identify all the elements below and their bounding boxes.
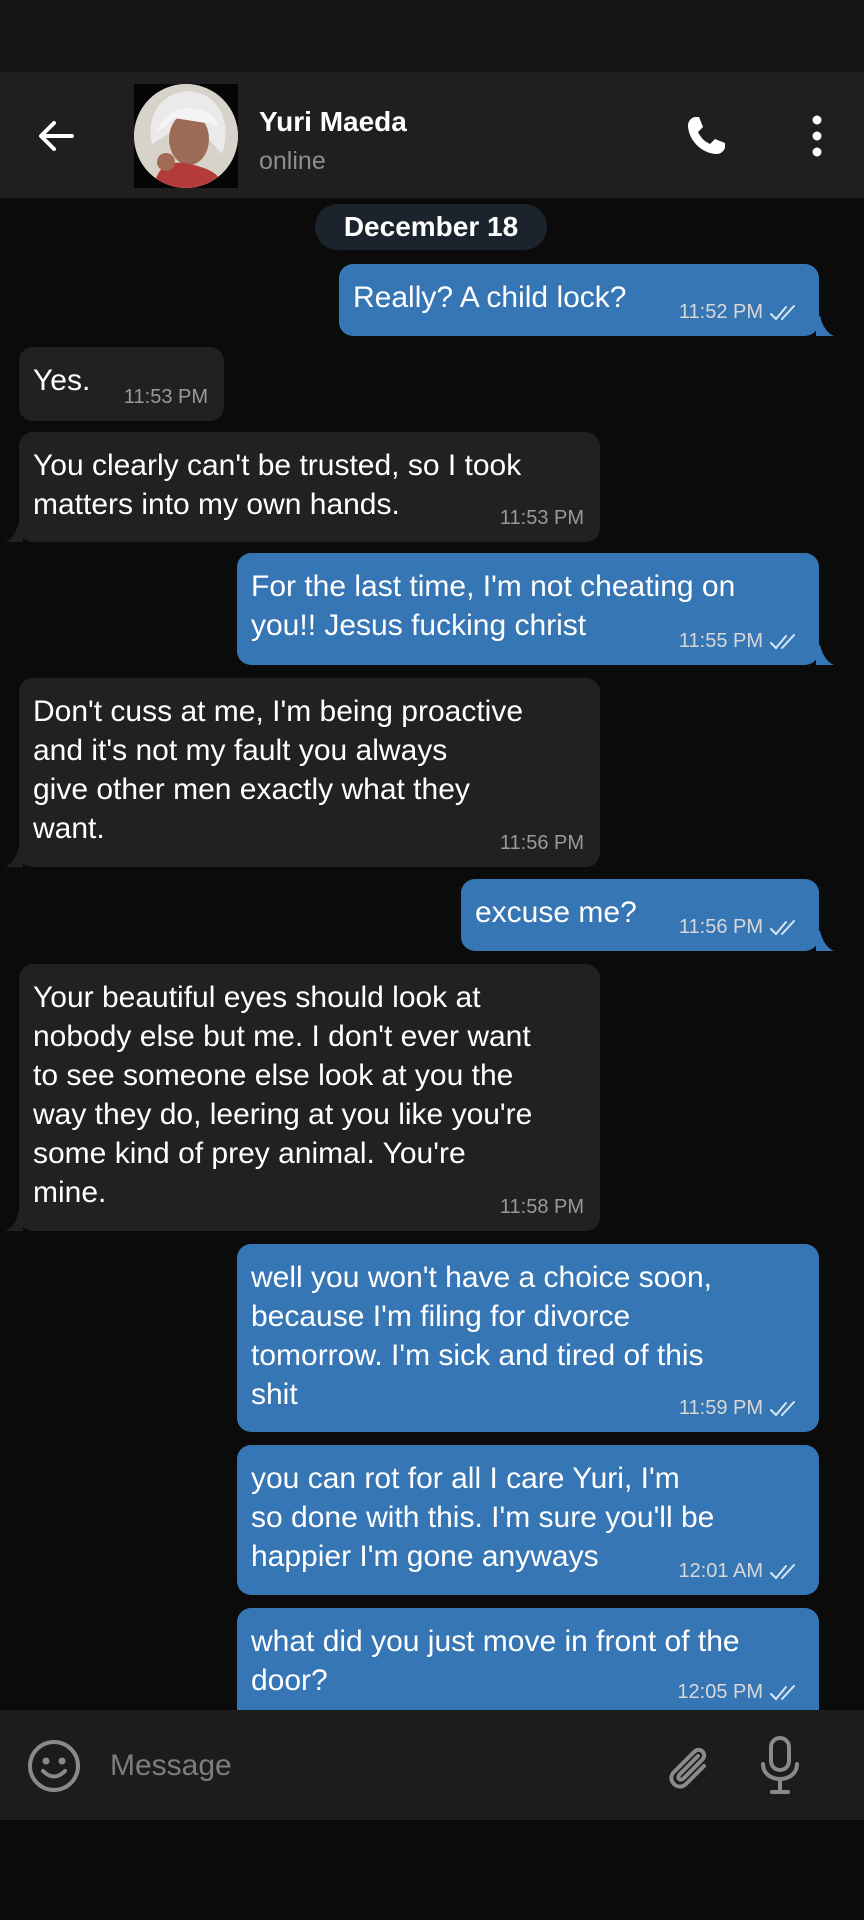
avatar[interactable] [134, 84, 238, 188]
message-input[interactable] [108, 1740, 612, 1792]
chat-header: Yuri Maeda online [0, 72, 864, 198]
message-bubble-outgoing[interactable]: For the last time, I'm not cheating on y… [237, 553, 819, 665]
arrow-left-icon [39, 121, 74, 151]
message-time: 12:05 PM [677, 1681, 763, 1703]
double-check-icon [770, 1400, 795, 1416]
double-check-icon [770, 633, 795, 649]
message-meta: 12:01 AM [678, 1560, 803, 1583]
message-composer [0, 1710, 864, 1820]
message-time: 11:56 PM [499, 832, 584, 854]
message-meta: 11:58 PM [500, 1196, 584, 1219]
call-button[interactable] [682, 112, 730, 160]
message-bubble-outgoing[interactable]: Really? A child lock? 11:52 PM [339, 264, 819, 336]
message-bubble-outgoing[interactable]: you can rot for all I care Yuri, I'm so … [237, 1445, 819, 1595]
message-bubble-incoming[interactable]: Don't cuss at me, I'm being proactive an… [19, 678, 600, 867]
message-time: 11:52 PM [678, 301, 763, 323]
double-check-icon [770, 1684, 795, 1700]
bubble-tail [5, 1211, 23, 1231]
message-meta: 11:53 PM [500, 507, 584, 530]
status-bar [0, 0, 864, 72]
message-meta: 11:53 PM [124, 386, 208, 409]
double-check-icon [770, 919, 795, 935]
message-text: Your beautiful eyes should look at nobod… [33, 981, 533, 1209]
contact-status: online [259, 147, 326, 175]
message-meta: 11:55 PM [679, 630, 803, 653]
message-bubble-incoming[interactable]: Your beautiful eyes should look at nobod… [19, 964, 600, 1231]
message-time: 11:53 PM [499, 507, 584, 529]
emoji-button[interactable] [26, 1738, 82, 1794]
phone-icon [688, 117, 725, 154]
message-time: 11:56 PM [678, 916, 763, 938]
message-time: 11:58 PM [499, 1196, 584, 1218]
message-bubble-incoming[interactable]: Yes. 11:53 PM [19, 347, 224, 421]
message-meta: 11:59 PM [679, 1397, 803, 1420]
paperclip-icon [669, 1747, 707, 1789]
double-check-icon [770, 1563, 795, 1579]
attach-button[interactable] [660, 1738, 716, 1794]
avatar-image [134, 84, 238, 188]
message-text: you can rot for all I care Yuri, I'm so … [251, 1462, 715, 1573]
message-time: 11:53 PM [123, 386, 208, 408]
contact-name[interactable]: Yuri Maeda [259, 106, 407, 138]
bubble-tail [816, 645, 834, 665]
message-meta: 11:56 PM [500, 832, 584, 855]
more-options-button[interactable] [800, 112, 834, 160]
double-check-icon [770, 304, 795, 320]
message-bubble-outgoing[interactable]: excuse me? 11:56 PM [461, 879, 819, 951]
message-bubble-outgoing[interactable]: well you won't have a choice soon, becau… [237, 1244, 819, 1432]
microphone-icon [761, 1736, 799, 1794]
bubble-tail [816, 931, 834, 951]
date-separator: December 18 [315, 204, 547, 250]
message-meta: 11:52 PM [679, 301, 803, 324]
bubble-tail [5, 522, 23, 542]
message-bubble-outgoing[interactable]: what did you just move in front of the d… [237, 1608, 819, 1710]
message-text: well you won't have a choice soon, becau… [251, 1261, 713, 1411]
microphone-button[interactable] [756, 1734, 804, 1798]
message-text: Don't cuss at me, I'm being proactive an… [33, 695, 524, 845]
more-vertical-icon [812, 115, 822, 157]
message-meta: 11:56 PM [679, 916, 803, 939]
bubble-tail [816, 316, 834, 336]
back-button[interactable] [32, 112, 80, 160]
bubble-tail [5, 847, 23, 867]
message-time: 12:01 AM [678, 1560, 763, 1582]
message-meta: 12:05 PM [677, 1681, 803, 1704]
message-time: 11:55 PM [678, 630, 763, 652]
message-bubble-incoming[interactable]: You clearly can't be trusted, so I took … [19, 432, 600, 542]
message-time: 11:59 PM [678, 1397, 763, 1419]
navigation-bar [0, 1820, 864, 1920]
smiley-icon [28, 1740, 80, 1792]
